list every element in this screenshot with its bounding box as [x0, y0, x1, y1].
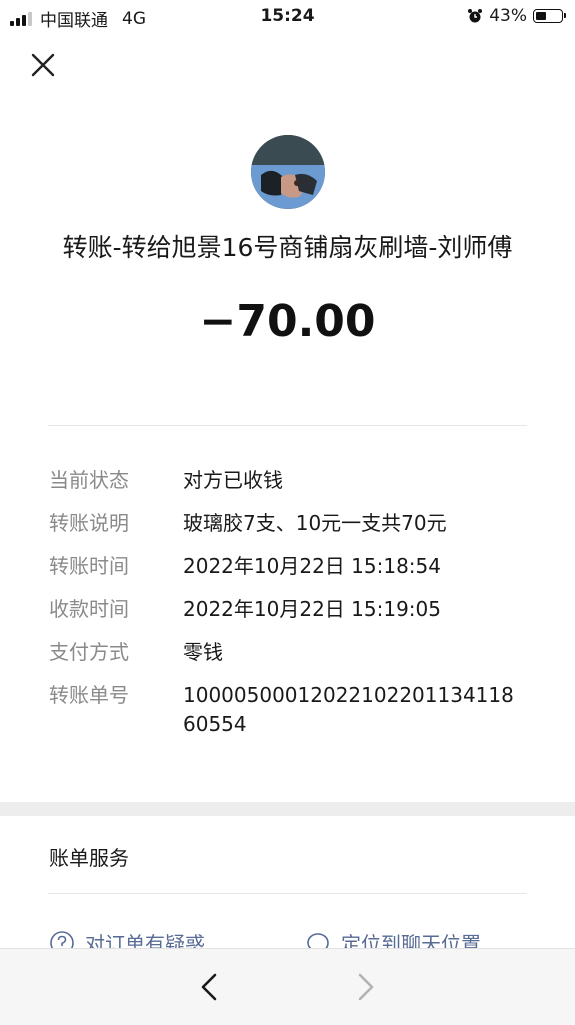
detail-row-status: 当前状态 对方已收钱	[49, 466, 527, 495]
detail-value: 对方已收钱	[183, 468, 283, 492]
section-separator	[0, 802, 575, 816]
battery-percent: 43%	[489, 6, 527, 26]
order-question-link[interactable]: 对订单有疑惑	[49, 928, 205, 950]
chat-bubble-icon	[307, 932, 329, 950]
status-bar-right: 43%	[467, 6, 566, 26]
chevron-left-icon[interactable]	[192, 969, 228, 1005]
bill-service-links: 对订单有疑惑 定位到聊天位置	[49, 928, 527, 950]
detail-label: 转账说明	[49, 511, 129, 535]
detail-value: 2022年10月22日 15:18:54	[183, 554, 441, 578]
transfer-amount: −70.00	[199, 296, 376, 347]
detail-row-receive-time: 收款时间 2022年10月22日 15:19:05	[49, 595, 527, 624]
close-icon[interactable]	[28, 50, 58, 80]
divider	[48, 425, 527, 426]
detail-value: 零钱	[183, 640, 223, 664]
detail-label: 转账时间	[49, 554, 129, 578]
detail-row-transfer-number: 转账单号 1000050001202210220113411860554	[49, 681, 527, 739]
avatar	[251, 135, 325, 209]
transfer-title: 转账-转给旭景16号商铺扇灰刷墙-刘师傅	[62, 233, 513, 262]
locate-chat-label: 定位到聊天位置	[341, 932, 481, 950]
bottom-navigation-bar	[0, 948, 575, 1025]
question-circle-icon	[50, 930, 74, 950]
battery-level	[536, 12, 546, 20]
detail-row-transfer-time: 转账时间 2022年10月22日 15:18:54	[49, 552, 527, 581]
bill-service-title: 账单服务	[49, 846, 129, 870]
detail-row-note: 转账说明 玻璃胶7支、10元一支共70元	[49, 509, 527, 538]
divider	[48, 893, 527, 894]
avatar-image	[251, 135, 325, 209]
detail-label: 当前状态	[49, 468, 129, 492]
locate-chat-link[interactable]: 定位到聊天位置	[305, 928, 481, 950]
detail-label: 支付方式	[49, 640, 129, 664]
order-question-label: 对订单有疑惑	[85, 932, 205, 950]
detail-value[interactable]: 1000050001202210220113411860554	[183, 681, 515, 739]
detail-label: 收款时间	[49, 597, 129, 621]
detail-label: 转账单号	[49, 683, 129, 707]
detail-row-payment-method: 支付方式 零钱	[49, 638, 527, 667]
status-bar: 中国联通 4G 15:24 43%	[0, 0, 575, 34]
battery-icon	[533, 9, 566, 23]
alarm-clock-icon	[468, 9, 483, 23]
detail-value: 玻璃胶7支、10元一支共70元	[183, 511, 447, 535]
chevron-right-icon	[358, 973, 374, 1001]
transfer-details: 当前状态 对方已收钱 转账说明 玻璃胶7支、10元一支共70元 转账时间 202…	[49, 466, 527, 753]
detail-value: 2022年10月22日 15:19:05	[183, 597, 441, 621]
